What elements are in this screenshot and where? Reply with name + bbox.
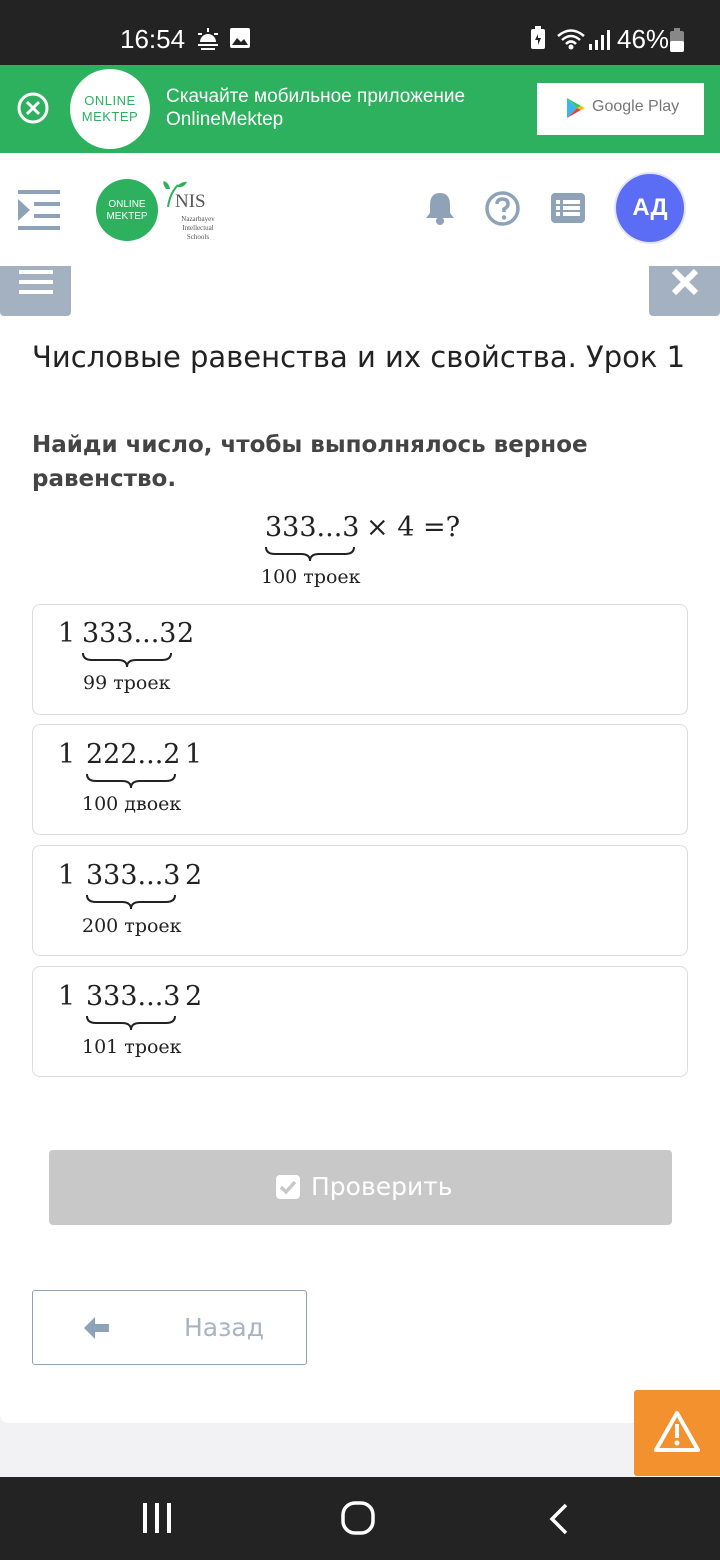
battery-saver-icon [531, 26, 545, 49]
expression-operation: × 4 =? [366, 512, 461, 543]
battery-percent: 46% [617, 24, 670, 54]
option-expression: 1 333...3 2 99 троек [58, 618, 358, 704]
nis-text: NIS [175, 191, 206, 212]
recent-apps-icon[interactable] [143, 1503, 171, 1533]
underbrace [265, 546, 355, 562]
header-logo-line-2: MEKTEP [106, 211, 148, 222]
option-expression: 1 333...3 2 101 троек [58, 981, 358, 1067]
answer-option-3[interactable]: 1 333...3 2 200 троек [32, 845, 688, 956]
close-lesson-button[interactable] [649, 266, 720, 316]
option-prefix: 1 [58, 739, 76, 770]
status-bar: 16:54 46% [0, 0, 720, 65]
option-caption: 101 троек [82, 1036, 182, 1058]
lesson-menu-button[interactable] [0, 266, 71, 316]
logo-line-2: MEKTEP [81, 109, 139, 124]
checkbox-check-icon [276, 1175, 300, 1199]
nis-sub-2: Intellectual [182, 224, 214, 232]
nis-logo: NIS Nazarbayev Intellectual Schools [162, 179, 222, 241]
banner-message-line-1: Скачайте мобильное приложение [166, 86, 466, 107]
google-play-button[interactable]: Google Play [537, 83, 704, 135]
user-avatar[interactable]: АД [616, 174, 684, 242]
back-nav-icon[interactable] [549, 1503, 569, 1535]
underbrace [86, 773, 176, 789]
check-answer-button[interactable]: Проверить [49, 1150, 672, 1225]
close-icon [671, 268, 699, 296]
list-icon[interactable] [551, 193, 585, 223]
system-navigation-bar [0, 1477, 720, 1560]
option-expression: 1 222...2 1 100 двоек [58, 739, 358, 825]
bell-icon[interactable] [424, 191, 456, 225]
underbrace [86, 1015, 176, 1031]
option-suffix: 2 [177, 618, 195, 649]
option-number: 333...3 [86, 860, 181, 891]
nis-sub-3: Schools [186, 233, 210, 241]
option-number: 222...2 [86, 739, 181, 770]
answer-option-2[interactable]: 1 222...2 1 100 двоек [32, 724, 688, 835]
underbrace [82, 652, 172, 668]
google-play-label: Google Play [592, 98, 680, 115]
status-time: 16:54 [120, 24, 186, 54]
hamburger-icon [19, 270, 53, 294]
option-number: 333...3 [82, 618, 177, 649]
header-logo-line-1: ONLINE [108, 199, 146, 210]
option-suffix: 2 [185, 860, 203, 891]
underbrace [86, 894, 176, 910]
option-prefix: 1 [58, 618, 76, 649]
menu-icon[interactable] [16, 189, 62, 231]
lesson-title: Числовые равенства и их свойства. Урок 1 [32, 340, 686, 374]
question-text: Найди число, чтобы выполнялось верное ра… [32, 432, 588, 492]
expression-caption: 100 троек [261, 566, 361, 588]
logo-line-1: ONLINE [84, 93, 136, 108]
wifi-icon [557, 29, 585, 50]
app-download-banner: ONLINE MEKTEP Скачайте мобильное приложе… [0, 65, 720, 153]
back-label: Назад [184, 1313, 265, 1342]
option-caption: 100 двоек [82, 793, 182, 815]
home-icon[interactable] [341, 1501, 375, 1535]
option-expression: 1 333...3 2 200 троек [58, 860, 358, 946]
question-expression: 333...3 × 4 =? 100 троек [260, 512, 480, 598]
option-suffix: 2 [185, 981, 203, 1012]
warning-icon [654, 1411, 700, 1452]
weather-icon [198, 28, 218, 50]
report-problem-button[interactable] [634, 1390, 720, 1476]
help-icon[interactable] [485, 191, 520, 226]
battery-icon [670, 28, 684, 52]
option-prefix: 1 [58, 860, 76, 891]
check-answer-label: Проверить [311, 1172, 453, 1201]
option-caption: 99 троек [83, 672, 171, 694]
arrow-left-icon [84, 1317, 109, 1339]
option-caption: 200 троек [82, 915, 182, 937]
back-button[interactable]: Назад [32, 1290, 307, 1365]
answer-option-1[interactable]: 1 333...3 2 99 троек [32, 604, 688, 715]
lesson-content: Числовые равенства и их свойства. Урок 1… [0, 266, 720, 1423]
signal-icon [589, 30, 610, 50]
expression-number: 333...3 [265, 512, 360, 543]
close-banner-icon[interactable] [16, 91, 50, 125]
option-prefix: 1 [58, 981, 76, 1012]
app-header: ONLINE MEKTEP NIS Nazarbayev Intellectua… [0, 153, 720, 266]
option-suffix: 1 [185, 739, 203, 770]
google-play-icon [567, 98, 585, 118]
banner-message-line-2: OnlineMektep [166, 109, 284, 130]
gallery-icon [230, 28, 250, 48]
onlinemektep-logo: ONLINE MEKTEP [70, 69, 150, 149]
banner-message: Скачайте мобильное приложение OnlineMekt… [166, 85, 526, 131]
answer-option-4[interactable]: 1 333...3 2 101 троек [32, 966, 688, 1077]
header-logo[interactable]: ONLINE MEKTEP [96, 179, 158, 241]
nis-sub-1: Nazarbayev [181, 215, 215, 223]
option-number: 333...3 [86, 981, 181, 1012]
